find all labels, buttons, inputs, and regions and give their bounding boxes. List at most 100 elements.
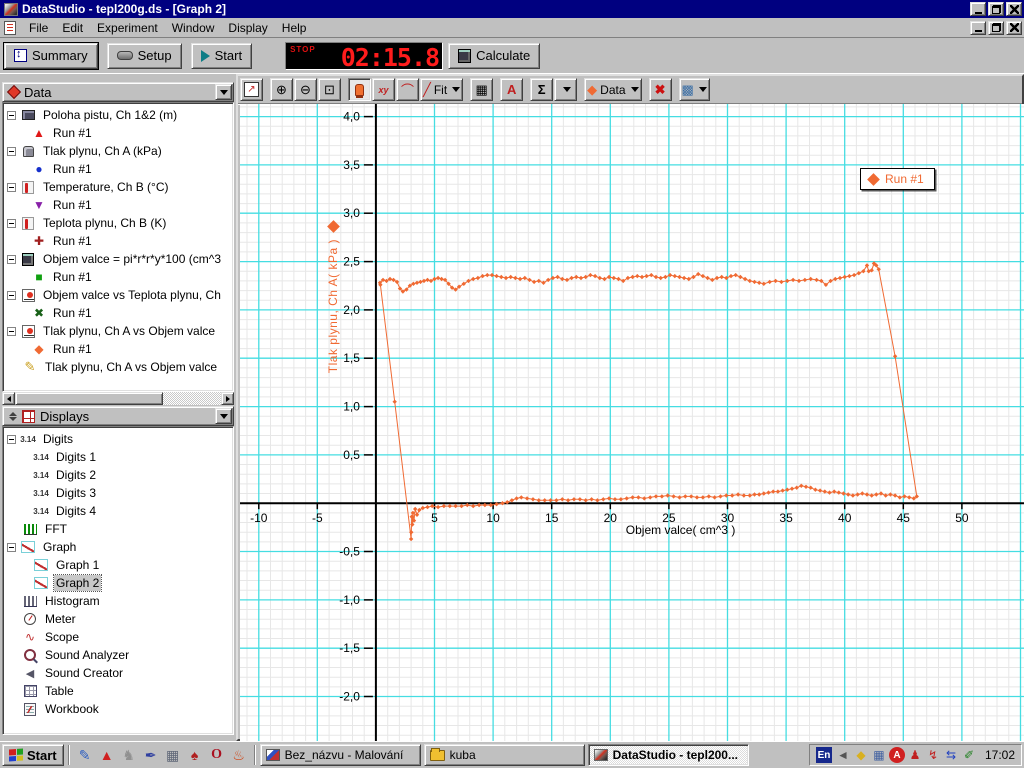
quick-launch-winamp-icon[interactable]: ♨ bbox=[228, 744, 250, 766]
diamond-tray-icon[interactable]: ◆ bbox=[853, 747, 869, 763]
displays-tree-child-item[interactable]: 3.14 Digits 4 bbox=[3, 502, 233, 520]
displays-tree-item[interactable]: 3.14 Digits bbox=[3, 430, 233, 448]
run-item[interactable]: ◆ Run #1 bbox=[3, 340, 233, 358]
menu-help[interactable]: Help bbox=[275, 19, 314, 37]
collapse-icon[interactable] bbox=[7, 146, 16, 156]
displays-tree-item[interactable]: Table bbox=[3, 682, 233, 700]
sync-arrows-icon[interactable]: ⇆ bbox=[943, 747, 959, 763]
displays-tree-item[interactable]: Meter bbox=[3, 610, 233, 628]
data-tree-item[interactable]: Poloha pistu, Ch 1&2 (m) bbox=[3, 106, 233, 124]
quick-launch-calculator-icon[interactable]: ▦ bbox=[162, 744, 184, 766]
scroll-right-button[interactable] bbox=[221, 392, 234, 405]
menu-file[interactable]: File bbox=[22, 19, 55, 37]
task-button[interactable]: kuba bbox=[423, 744, 585, 766]
y-axis-label[interactable]: Tlak plynu, Ch A( kPa ) bbox=[326, 220, 340, 373]
quick-launch-writer-icon[interactable]: ✒ bbox=[140, 744, 162, 766]
displays-tree-item[interactable]: Histogram bbox=[3, 592, 233, 610]
quick-launch-notes-icon[interactable]: ✎ bbox=[74, 744, 96, 766]
start-menu-button[interactable]: Start bbox=[2, 744, 64, 766]
restore-button[interactable] bbox=[988, 2, 1004, 16]
menu-experiment[interactable]: Experiment bbox=[90, 19, 165, 37]
zoom-select-button[interactable]: ⊡ bbox=[318, 78, 341, 101]
run-item[interactable]: ▼ Run #1 bbox=[3, 196, 233, 214]
fit-menu-button[interactable]: ╱ Fit bbox=[420, 78, 464, 101]
data-tree-item[interactable]: Tlak plynu, Ch A (kPa) bbox=[3, 142, 233, 160]
collapse-icon[interactable] bbox=[7, 434, 16, 444]
xy-tool-button[interactable]: xy bbox=[372, 78, 395, 101]
quick-launch-dragon-icon[interactable]: ♠ bbox=[184, 744, 206, 766]
minimize-button[interactable] bbox=[970, 2, 986, 16]
data-menu-button[interactable]: ◆ Data bbox=[584, 78, 642, 101]
collapse-icon[interactable] bbox=[7, 254, 16, 264]
menu-display[interactable]: Display bbox=[221, 19, 274, 37]
lightning-icon[interactable]: ↯ bbox=[925, 747, 941, 763]
displays-tree-child-item[interactable]: 3.14 Digits 3 bbox=[3, 484, 233, 502]
delete-button[interactable]: ✖ bbox=[648, 78, 672, 101]
displays-tree-child-item[interactable]: Graph 2 bbox=[3, 574, 233, 592]
run-item[interactable]: ■ Run #1 bbox=[3, 268, 233, 286]
text-tool-button[interactable]: A bbox=[500, 78, 524, 101]
displays-tree-item[interactable]: FFT bbox=[3, 520, 233, 538]
scroll-left-button[interactable] bbox=[2, 392, 15, 405]
scrollbar-thumb[interactable] bbox=[15, 392, 163, 405]
menu-edit[interactable]: Edit bbox=[55, 19, 90, 37]
graph-settings-button[interactable]: ▩ bbox=[678, 78, 710, 101]
collapse-icon[interactable] bbox=[7, 542, 16, 552]
data-tree-item[interactable]: Tlak plynu, Ch A vs Objem valce bbox=[3, 322, 233, 340]
calculate-button[interactable]: Calculate bbox=[448, 42, 541, 69]
displays-tree-child-item[interactable]: 3.14 Digits 1 bbox=[3, 448, 233, 466]
setup-button[interactable]: Setup bbox=[106, 42, 182, 69]
run-item[interactable]: ✚ Run #1 bbox=[3, 232, 233, 250]
displays-tree-item[interactable]: ∿ Scope bbox=[3, 628, 233, 646]
displays-tree-child-item[interactable]: 3.14 Digits 2 bbox=[3, 466, 233, 484]
ati-icon[interactable]: A bbox=[888, 747, 905, 763]
start-button[interactable]: Start bbox=[190, 42, 253, 69]
data-tree-item[interactable]: Objem valce = pi*r*r*y*100 (cm^3 bbox=[3, 250, 233, 268]
collapse-icon[interactable] bbox=[7, 110, 16, 120]
zoom-out-button[interactable]: ⊖ bbox=[294, 78, 317, 101]
collapse-icon[interactable] bbox=[7, 182, 16, 192]
scheduler-icon[interactable]: ▦ bbox=[871, 747, 887, 763]
child-minimize-button[interactable] bbox=[970, 20, 986, 35]
task-button[interactable]: DataStudio - tepl200... bbox=[587, 744, 749, 766]
chart-canvas[interactable]: -10 -5 5 10 15 20 25 30 35 40 45 504,03,53,02,52,01… bbox=[240, 104, 1024, 741]
child-restore-button[interactable] bbox=[988, 20, 1004, 35]
displays-tree-child-item[interactable]: Graph 1 bbox=[3, 556, 233, 574]
summary-button[interactable]: Summary bbox=[3, 41, 99, 70]
data-tree-hscrollbar[interactable] bbox=[2, 392, 234, 405]
graph-plot-area[interactable]: -10 -5 5 10 15 20 25 30 35 40 45 50 4,0 3,5 3,0 2,5 2,0 1… bbox=[240, 104, 1024, 741]
statistics-button[interactable]: Σ bbox=[530, 78, 554, 101]
calculator-tool-button[interactable]: ▦ bbox=[470, 78, 494, 101]
run-item[interactable]: ● Run #1 bbox=[3, 160, 233, 178]
data-panel-menu-button[interactable] bbox=[215, 84, 232, 100]
quick-launch-opera-icon[interactable]: O bbox=[206, 744, 228, 766]
run-item[interactable]: ▲ Run #1 bbox=[3, 124, 233, 142]
displays-tree-item[interactable]: ◀ Sound Creator bbox=[3, 664, 233, 682]
displays-panel-menu-button[interactable] bbox=[215, 408, 232, 424]
figure-icon[interactable]: ♟ bbox=[907, 747, 923, 763]
menu-window[interactable]: Window bbox=[165, 19, 222, 37]
data-tree-item[interactable]: Objem valce vs Teplota plynu, Ch bbox=[3, 286, 233, 304]
smart-tool-button[interactable] bbox=[348, 78, 371, 101]
zoom-in-button[interactable]: ⊕ bbox=[270, 78, 293, 101]
child-close-button[interactable] bbox=[1006, 20, 1022, 35]
data-tree-item[interactable]: ✎ Tlak plynu, Ch A vs Objem valce bbox=[3, 358, 233, 376]
quick-launch-bird-icon[interactable]: ♞ bbox=[118, 744, 140, 766]
collapse-icon[interactable] bbox=[7, 326, 16, 336]
language-indicator[interactable]: En bbox=[815, 747, 832, 763]
displays-tree-item[interactable]: Workbook bbox=[3, 700, 233, 718]
statistics-menu-button[interactable] bbox=[554, 78, 578, 101]
quick-launch-acrobat-icon[interactable]: ▲ bbox=[96, 744, 118, 766]
data-tree-item[interactable]: Teplota plynu, Ch B (K) bbox=[3, 214, 233, 232]
task-button[interactable]: Bez_názvu - Malování bbox=[259, 744, 421, 766]
scale-to-fit-button[interactable]: ↗ bbox=[240, 78, 263, 101]
data-tree-item[interactable]: Temperature, Ch B (°C) bbox=[3, 178, 233, 196]
legend[interactable]: Run #1 bbox=[860, 168, 935, 190]
close-button[interactable] bbox=[1006, 2, 1022, 16]
run-item[interactable]: ✖ Run #1 bbox=[3, 304, 233, 322]
displays-tree-item[interactable]: Sound Analyzer bbox=[3, 646, 233, 664]
collapse-icon[interactable] bbox=[7, 290, 16, 300]
slope-tool-button[interactable]: ⌒ bbox=[396, 78, 419, 101]
volume-icon[interactable]: ◄ bbox=[835, 747, 851, 763]
pen-tray-icon[interactable]: ✐ bbox=[961, 747, 977, 763]
